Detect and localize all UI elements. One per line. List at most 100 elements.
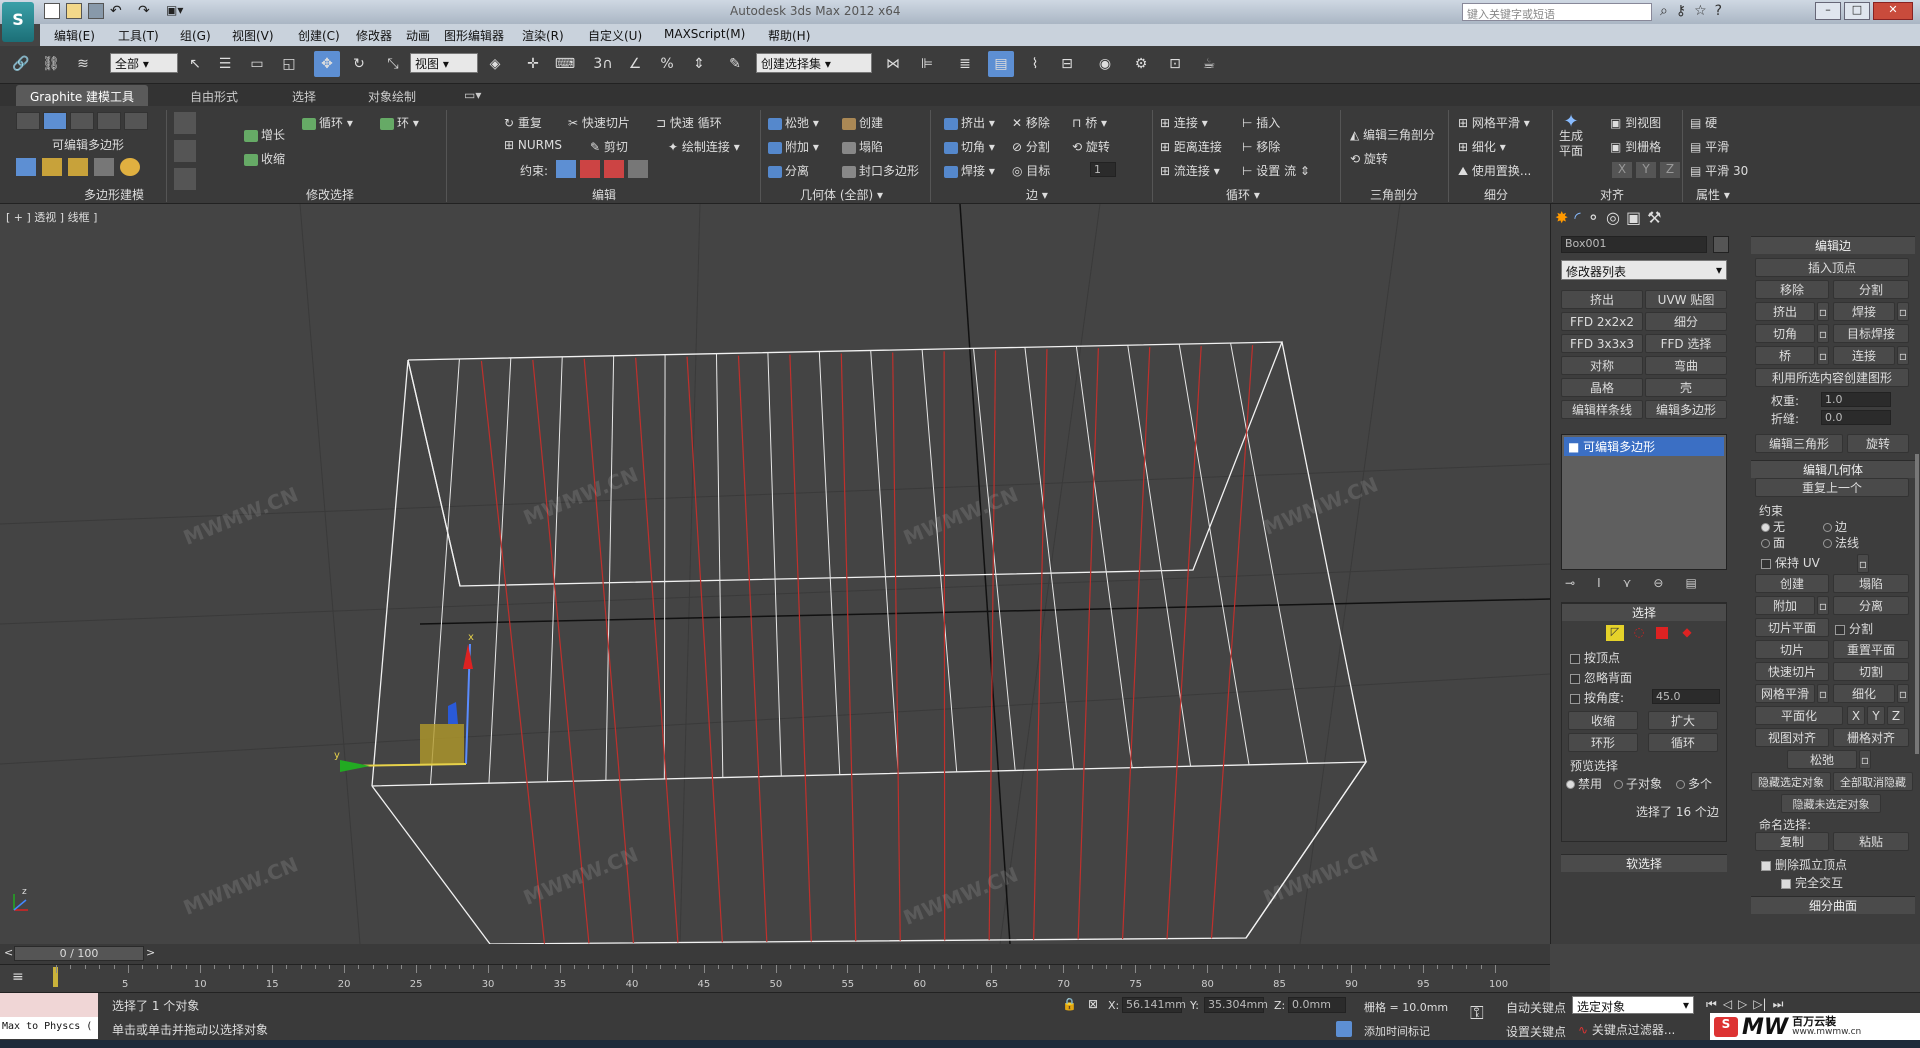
grow-sel-button[interactable]: 扩大 [1648,711,1718,730]
unhide-all-button[interactable]: 全部取消隐藏 [1833,772,1913,791]
swiftloop-button[interactable]: ⊐ 快速 循环 [656,114,722,131]
object-color-swatch[interactable] [1713,236,1729,253]
create-tab-icon[interactable]: ✸ [1555,208,1568,227]
time-tag-icon[interactable] [1336,1021,1352,1037]
menu-customize[interactable]: 自定义(U) [588,27,642,44]
sel-element-icon[interactable]: ◆ [1678,625,1696,641]
group-label-loops[interactable]: 循环 ▾ [1226,186,1260,203]
loop-button[interactable]: 循环 ▾ [302,114,353,131]
cap-button[interactable]: 封口多边形 [842,162,919,179]
render-production-icon[interactable]: ☕ [1196,51,1222,77]
sel-edge-icon[interactable]: ◸ [1606,625,1624,641]
reference-coord-dropdown[interactable]: 视图 ▾ [410,53,478,73]
delete-iso-checkbox[interactable]: 删除孤立顶点 [1761,856,1847,873]
mod-btn-editspline[interactable]: 编辑样条线 [1561,400,1643,419]
insert-loop-button[interactable]: ⊢ 插入 [1242,114,1280,131]
preview-icon[interactable] [68,158,88,176]
utilities-tab-icon[interactable]: ⚒ [1647,208,1661,227]
ribbon-options-icon[interactable]: ▭▾ [456,87,489,103]
pivot-center-icon[interactable]: ◈ [482,51,508,77]
stack-item-editable-poly[interactable]: ■ 可编辑多边形 [1564,437,1724,456]
soft-selection-rollout[interactable]: 软选择 [1561,854,1727,872]
ignore-backface-checkbox[interactable]: 忽略背面 [1570,669,1632,686]
edit-edges-title[interactable]: 编辑边 [1751,236,1915,254]
tab-selection[interactable]: 选择 [284,87,324,106]
mirror-icon[interactable]: ⋈ [880,51,906,77]
make-unique-icon[interactable]: ⋎ [1623,576,1632,590]
unlink-icon[interactable]: ⛓ [38,51,64,77]
target-weld-button[interactable]: ◎ 目标 [1012,162,1050,179]
new-file-icon[interactable] [44,3,60,19]
key-filters-button[interactable]: ∿ 关键点过滤器... [1578,1021,1675,1038]
hide-selected-button[interactable]: 隐藏选定对象 [1751,772,1831,791]
modify-tab-icon[interactable]: ◜ [1574,208,1580,227]
select-manipulate-icon[interactable]: ✛ [520,51,546,77]
motion-tab-icon[interactable]: ◎ [1606,208,1620,227]
modify-mode-icon[interactable] [42,158,62,176]
material-editor-icon[interactable]: ◉ [1092,51,1118,77]
viewport-scene[interactable]: x y z [0,204,1550,944]
extrude-edge-button[interactable]: 挤出 [1755,302,1815,321]
mod-btn-shell[interactable]: 壳 [1645,378,1727,397]
selection-rollout-title[interactable]: 选择 [1562,603,1726,621]
planar-x-button[interactable]: X [1847,706,1865,725]
trackbar-menu-icon[interactable]: ≡ [12,969,24,985]
constraint-face-radio[interactable]: 面 [1761,534,1785,551]
collapse-geom-button[interactable]: 塌陷 [1833,574,1909,593]
align-x-button[interactable]: X [1612,162,1632,178]
angle-spinner[interactable]: 45.0 [1652,689,1720,704]
quickslice-button[interactable]: ✂ 快速切片 [568,114,630,131]
selection-filter-dropdown[interactable]: 全部 ▾ [110,53,178,73]
turn-panel-button[interactable]: 旋转 [1847,434,1909,453]
minimize-button[interactable]: – [1815,2,1841,20]
slice-button[interactable]: 切片 [1755,640,1829,659]
menu-help[interactable]: 帮助(H) [768,27,810,44]
make-planar-button[interactable]: 平面化 [1755,706,1843,725]
object-name-field[interactable]: Box001 [1561,236,1707,253]
edit-tri-button[interactable]: ◭ 编辑三角剖分 [1350,126,1435,143]
remove-loop-button[interactable]: ⊢ 移除 [1242,138,1280,155]
mod-btn-symmetry[interactable]: 对称 [1561,356,1643,375]
cut-geom-button[interactable]: 切割 [1833,662,1909,681]
paste-sel-button[interactable]: 粘贴 [1833,832,1909,851]
loop-sel-button[interactable]: 循环 [1648,733,1718,752]
repeat-button[interactable]: ↻ 重复 [504,114,542,131]
turn-button[interactable]: ⟲ 旋转 [1350,150,1388,167]
coord-y-field[interactable]: 35.304mm [1204,997,1268,1013]
weld-edge-button[interactable]: 焊接 [1833,302,1895,321]
menu-maxscript[interactable]: MAXScript(M) [664,27,745,41]
select-icon-c[interactable] [174,168,196,190]
tessellate-geom-button[interactable]: 细化 [1833,684,1895,703]
perspective-viewport[interactable]: x y z [ + ] 透视 ] 线框 ] MWMW.CN MWMW.CN MW… [0,204,1550,944]
next-frame-icon[interactable]: ▷| [1753,997,1766,1012]
bridge-button[interactable]: ⊓ 桥 ▾ [1072,114,1107,131]
coord-z-field[interactable]: 0.0mm [1288,997,1346,1013]
weight-spinner[interactable]: 1.0 [1821,392,1891,407]
ring-button[interactable]: 环 ▾ [380,114,419,131]
curve-editor-icon[interactable]: ⌇ [1022,51,1048,77]
constraint-edge-radio[interactable]: 边 [1823,518,1847,535]
constraint-none-icon[interactable] [556,160,576,178]
maxscript-listener[interactable] [0,993,98,1017]
select-icon-b[interactable] [174,140,196,162]
chamfer-settings-button[interactable]: ▫ [1817,324,1829,343]
to-grid-button[interactable]: ▣ 到栅格 [1610,138,1661,155]
menu-tools[interactable]: 工具(T) [118,27,159,44]
by-angle-checkbox[interactable]: 按角度: [1570,689,1624,706]
edge-spinner[interactable]: 1 [1090,162,1116,177]
bridge-edge-button[interactable]: 桥 [1755,346,1815,365]
attach-geom-button[interactable]: 附加 [1755,596,1815,615]
edge-mode-icon[interactable] [43,112,67,130]
remove-modifier-icon[interactable]: ⊖ [1653,576,1663,590]
panel-scrollbar[interactable] [1915,454,1919,754]
maxscript-mini[interactable]: Max to Physcs ( [0,1017,98,1039]
search-box[interactable]: 键入关键字或短语 [1462,3,1652,21]
flow-connect-button[interactable]: ⊞ 流连接 ▾ [1160,162,1220,179]
move-icon[interactable]: ✥ [314,51,340,77]
view-align-button[interactable]: 视图对齐 [1755,728,1829,747]
relax-geom-button[interactable]: 松弛 [1787,750,1857,769]
border-mode-icon[interactable] [70,112,94,130]
align-z-button[interactable]: Z [1660,162,1680,178]
remove-edge-button[interactable]: 移除 [1755,280,1829,299]
shrink-button[interactable]: 收缩 [244,150,285,167]
